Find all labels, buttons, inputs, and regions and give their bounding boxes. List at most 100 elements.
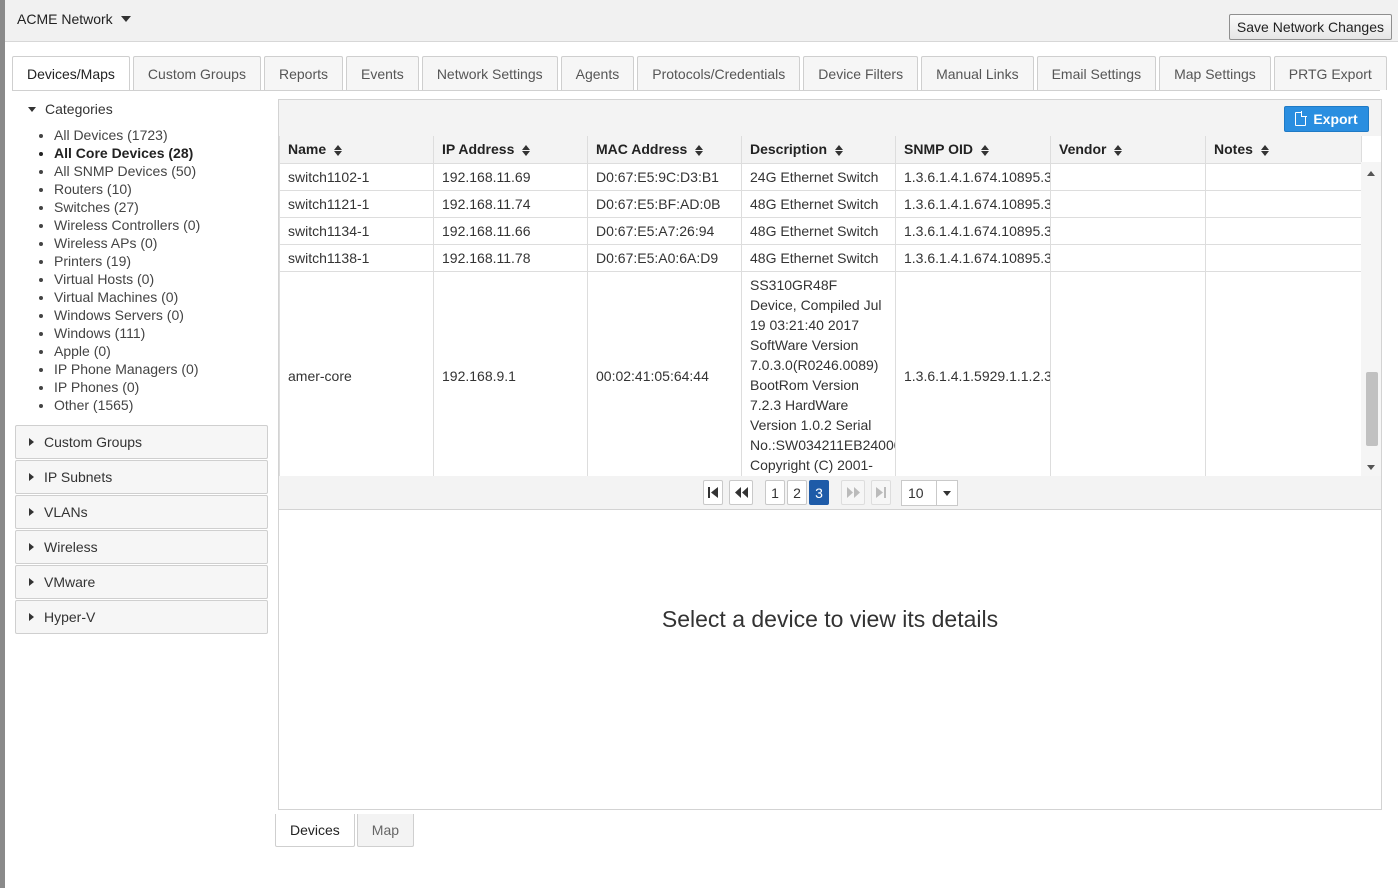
last-page-button[interactable] — [871, 480, 891, 505]
column-header-label: Vendor — [1059, 141, 1107, 158]
column-header-snmp-oid[interactable]: SNMP OID — [895, 136, 1051, 164]
sort-icon[interactable] — [1260, 145, 1269, 157]
tab-events[interactable]: Events — [346, 56, 419, 90]
category-item[interactable]: Wireless APs (0) — [54, 234, 268, 252]
cell-description: 48G Ethernet Switch — [741, 189, 896, 218]
category-item[interactable]: Apple (0) — [54, 342, 268, 360]
pager: 123 10 — [279, 476, 1381, 510]
category-item[interactable]: IP Phone Managers (0) — [54, 360, 268, 378]
tab-protocols-credentials[interactable]: Protocols/Credentials — [637, 56, 801, 90]
previous-page-button[interactable] — [729, 480, 753, 505]
table-row[interactable]: switch1102-1 192.168.11.69 D0:67:E5:9C:D3:… — [279, 162, 1362, 191]
page-size-value: 10 — [908, 485, 924, 501]
next-page-button[interactable] — [841, 480, 865, 505]
tab-devices-maps[interactable]: Devices/Maps — [12, 56, 130, 91]
sort-icon[interactable] — [835, 145, 844, 157]
section-wireless[interactable]: Wireless — [15, 530, 268, 564]
first-page-button[interactable] — [703, 480, 723, 505]
section-vmware[interactable]: VMware — [15, 565, 268, 599]
category-item[interactable]: All Devices (1723) — [54, 126, 268, 144]
tab-custom-groups[interactable]: Custom Groups — [132, 56, 261, 90]
caret-down-icon — [943, 490, 951, 496]
view-tab-map[interactable]: Map — [356, 814, 415, 847]
save-network-changes-button[interactable]: Save Network Changes — [1228, 14, 1392, 40]
column-header-label: Notes — [1214, 141, 1253, 158]
cell-notes — [1205, 216, 1362, 245]
cell-snmp-oid: 1.3.6.1.4.1.5929.1.1.2.3 — [895, 270, 1051, 476]
sort-icon[interactable] — [980, 145, 989, 157]
tab-manual-links[interactable]: Manual Links — [921, 56, 1034, 90]
category-item[interactable]: All Core Devices (28) — [54, 144, 268, 162]
tab-reports[interactable]: Reports — [263, 56, 343, 90]
tab-device-filters[interactable]: Device Filters — [803, 56, 919, 90]
tab-agents[interactable]: Agents — [560, 56, 635, 90]
column-header-label: MAC Address — [596, 141, 688, 158]
section-vlans[interactable]: VLANs — [15, 495, 268, 529]
cell-name: switch1102-1 — [279, 162, 434, 191]
page-button-2[interactable]: 2 — [787, 480, 807, 505]
tab-map-settings[interactable]: Map Settings — [1159, 56, 1271, 90]
network-selector[interactable]: ACME Network — [17, 11, 131, 27]
section-hyper-v[interactable]: Hyper-V — [15, 600, 268, 634]
cell-notes — [1205, 162, 1362, 191]
category-item[interactable]: Switches (27) — [54, 198, 268, 216]
scroll-thumb[interactable] — [1366, 372, 1378, 446]
column-header-vendor[interactable]: Vendor — [1050, 136, 1206, 164]
section-ip-subnets[interactable]: IP Subnets — [15, 460, 268, 494]
export-button[interactable]: Export — [1284, 106, 1369, 132]
scroll-down-icon[interactable] — [1367, 465, 1375, 470]
column-header-name[interactable]: Name — [279, 136, 434, 164]
scroll-up-icon[interactable] — [1367, 171, 1375, 176]
column-header-ip-address[interactable]: IP Address — [433, 136, 588, 164]
category-item[interactable]: Printers (19) — [54, 252, 268, 270]
page-button-1[interactable]: 1 — [765, 480, 785, 505]
previous-page-icon — [734, 487, 748, 498]
cell-name: switch1138-1 — [279, 243, 434, 272]
cell-snmp-oid: 1.3.6.1.4.1.674.10895.3 — [895, 243, 1051, 272]
category-item[interactable]: Windows Servers (0) — [54, 306, 268, 324]
table-row[interactable]: switch1134-1 192.168.11.66 D0:67:E5:A7:26:… — [279, 216, 1362, 245]
category-item[interactable]: Routers (10) — [54, 180, 268, 198]
grid-scrollbar[interactable] — [1361, 162, 1381, 476]
sort-icon[interactable] — [1114, 145, 1123, 157]
category-item[interactable]: Virtual Machines (0) — [54, 288, 268, 306]
column-header-mac-address[interactable]: MAC Address — [587, 136, 742, 164]
view-tabs: Devices Map — [275, 814, 416, 847]
table-row[interactable]: amer-core 192.168.9.1 00:02:41:05:64:44 SS3… — [279, 270, 1362, 476]
cell-description: 24G Ethernet Switch — [741, 162, 896, 191]
cell-vendor — [1050, 270, 1206, 476]
grid-toolbar: Export — [279, 100, 1381, 136]
category-item[interactable]: Wireless Controllers (0) — [54, 216, 268, 234]
tab-prtg-export[interactable]: PRTG Export — [1273, 56, 1387, 90]
table-row[interactable]: switch1138-1 192.168.11.78 D0:67:E5:A0:6A:… — [279, 243, 1362, 272]
category-item[interactable]: Windows (111) — [54, 324, 268, 342]
cell-vendor — [1050, 162, 1206, 191]
category-item[interactable]: IP Phones (0) — [54, 378, 268, 396]
sort-icon[interactable] — [695, 145, 704, 157]
page-size-dropdown[interactable] — [936, 481, 957, 505]
page-size-select[interactable]: 10 — [901, 480, 958, 506]
section-custom-groups[interactable]: Custom Groups — [15, 425, 268, 459]
column-header-description[interactable]: Description — [741, 136, 896, 164]
sort-icon[interactable] — [522, 145, 531, 157]
category-item[interactable]: All SNMP Devices (50) — [54, 162, 268, 180]
cell-ip: 192.168.11.78 — [433, 243, 588, 272]
tabs-divider — [12, 90, 1380, 91]
category-item[interactable]: Other (1565) — [54, 396, 268, 414]
tab-email-settings[interactable]: Email Settings — [1036, 56, 1157, 90]
first-page-icon — [708, 487, 718, 498]
page-button-3[interactable]: 3 — [809, 480, 829, 505]
cell-notes — [1205, 270, 1362, 476]
tab-network-settings[interactable]: Network Settings — [421, 56, 558, 90]
category-item[interactable]: Virtual Hosts (0) — [54, 270, 268, 288]
cell-description: 48G Ethernet Switch — [741, 216, 896, 245]
categories-header[interactable]: Categories — [16, 92, 268, 126]
section-label: Wireless — [44, 539, 98, 555]
cell-mac: D0:67:E5:9C:D3:B1 — [587, 162, 742, 191]
column-header-notes[interactable]: Notes — [1205, 136, 1362, 164]
table-row[interactable]: switch1121-1 192.168.11.74 D0:67:E5:BF:AD:… — [279, 189, 1362, 218]
view-tab-devices[interactable]: Devices — [275, 814, 355, 847]
sort-icon[interactable] — [334, 145, 343, 157]
network-name: ACME Network — [17, 11, 113, 27]
cell-mac: 00:02:41:05:64:44 — [587, 270, 742, 476]
